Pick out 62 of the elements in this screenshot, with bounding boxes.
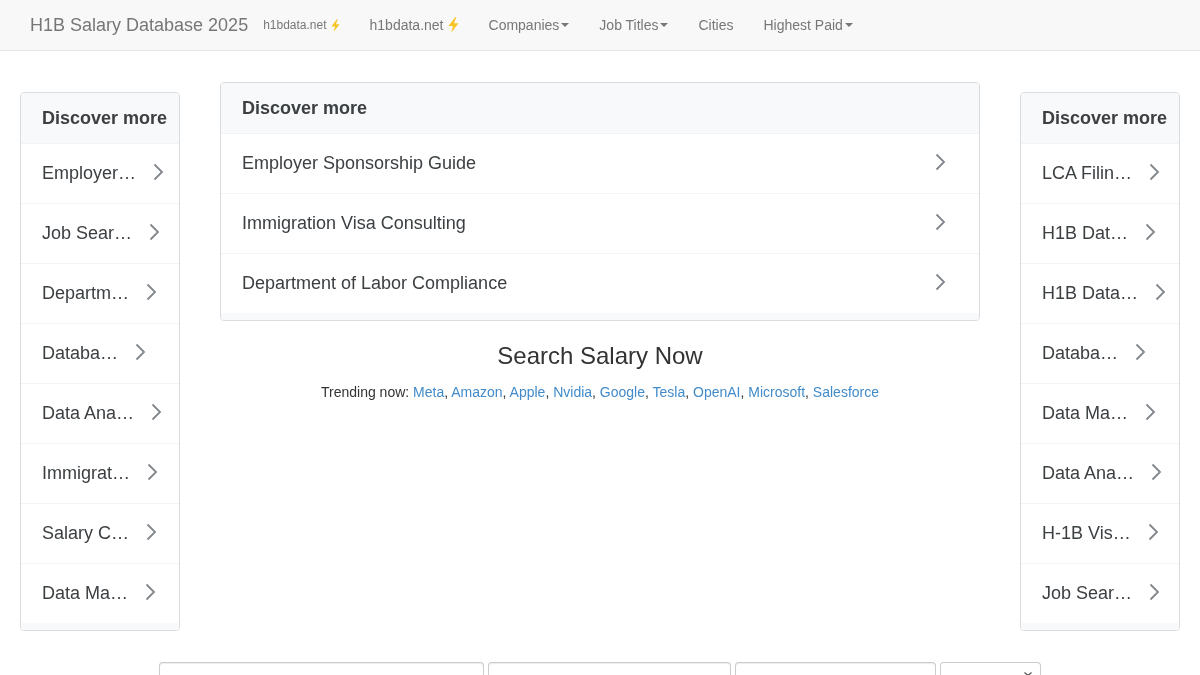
- chevron-right-icon: [1145, 223, 1157, 241]
- site-brand[interactable]: H1B Salary Database 2025: [15, 0, 264, 50]
- discover-link[interactable]: H-1B Vis…: [1021, 503, 1179, 563]
- discover-link[interactable]: Data Ma…: [1021, 383, 1179, 443]
- caret-down-icon: [561, 23, 570, 27]
- search-heading: Search Salary Now: [497, 341, 703, 371]
- discover-link[interactable]: LCA Filin…: [1021, 143, 1179, 203]
- search-field[interactable]: [735, 662, 936, 675]
- nav-link[interactable]: Cities: [683, 0, 749, 50]
- chevron-right-icon: [153, 163, 165, 181]
- nav-link[interactable]: Highest Paid: [748, 0, 868, 50]
- discover-link[interactable]: Immigrat…: [21, 443, 179, 503]
- trending-link[interactable]: OpenAI: [693, 384, 741, 400]
- discover-link[interactable]: Job Sear…: [21, 203, 179, 263]
- trending-link[interactable]: Amazon: [451, 384, 503, 400]
- trending-link[interactable]: Apple: [509, 384, 546, 400]
- search-field[interactable]: [159, 662, 484, 675]
- caret-down-icon: [844, 23, 853, 27]
- chevron-right-icon: [151, 403, 163, 421]
- chevron-right-icon: [1149, 583, 1161, 601]
- chevron-right-icon: [1151, 463, 1163, 481]
- card-title: Discover more: [242, 96, 368, 120]
- chevron-right-icon: [147, 463, 158, 481]
- year-select[interactable]: [940, 662, 1041, 675]
- trending-text: Trending now: Meta, Amazon, Apple, Nvidia, Google, Tesla, OpenAI, Microsoft, Salesforce: [320, 383, 879, 402]
- discover-link[interactable]: Employer…: [21, 143, 179, 203]
- chevron-right-icon: [935, 153, 946, 171]
- chevron-right-icon: [1147, 523, 1159, 541]
- discover-link[interactable]: Databa…: [1021, 323, 1179, 383]
- chevron-right-icon: [146, 283, 158, 301]
- trending-link[interactable]: Salesforce: [812, 384, 879, 400]
- discover-link[interactable]: Immigration Visa Consulting: [221, 193, 979, 253]
- chevron-down-icon: [1024, 672, 1032, 675]
- lightning-bolt-icon: [447, 17, 459, 33]
- chevron-right-icon: [935, 273, 946, 291]
- chevron-right-icon: [935, 213, 946, 231]
- caret-down-icon: [660, 23, 669, 27]
- chevron-right-icon: [135, 343, 147, 361]
- discover-link[interactable]: H1B Data…: [1021, 263, 1179, 323]
- discover-link[interactable]: Employer Sponsorship Guide: [221, 133, 979, 193]
- discover-link[interactable]: Departm…: [21, 263, 179, 323]
- chevron-right-icon: [149, 223, 161, 241]
- lightning-bolt-icon: [330, 18, 340, 32]
- chevron-right-icon: [1145, 403, 1157, 421]
- nav-link[interactable]: Companies: [473, 0, 585, 50]
- chevron-right-icon: [145, 583, 157, 601]
- discover-link[interactable]: Data Ana…: [21, 383, 179, 443]
- chevron-right-icon: [1149, 163, 1161, 181]
- card-title: Discover more: [1042, 106, 1168, 130]
- trending-link[interactable]: Google: [599, 384, 645, 400]
- nav-link[interactable]: Job Titles: [584, 0, 684, 50]
- chevron-right-icon: [1135, 343, 1147, 361]
- search-field[interactable]: [488, 662, 731, 675]
- discover-link[interactable]: H1B Dat…: [1021, 203, 1179, 263]
- card-title: Discover more: [42, 106, 168, 130]
- discover-link[interactable]: Salary C…: [21, 503, 179, 563]
- discover-link[interactable]: Databa…: [21, 323, 179, 383]
- nav-link[interactable]: h1bdata.net: [354, 0, 474, 50]
- discover-link[interactable]: Data Ana…: [1021, 443, 1179, 503]
- chevron-right-icon: [146, 523, 158, 541]
- nav-link[interactable]: h1bdata.net: [263, 0, 355, 50]
- chevron-right-icon: [1155, 283, 1167, 301]
